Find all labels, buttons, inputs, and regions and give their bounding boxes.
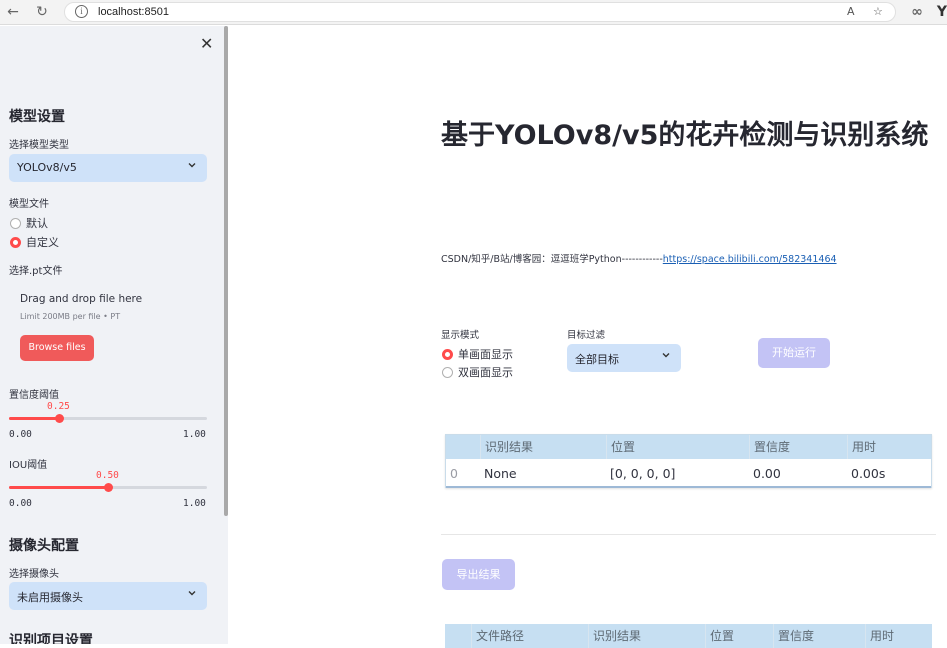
radio-selected-icon bbox=[10, 237, 21, 248]
cell-index: 0 bbox=[450, 466, 458, 481]
address-bar[interactable]: i localhost:8501 A ☆ bbox=[64, 2, 896, 22]
radio-single-display[interactable]: 单画面显示 bbox=[442, 346, 513, 362]
cell-result: None bbox=[484, 466, 517, 481]
radio-single-label: 单画面显示 bbox=[458, 348, 513, 361]
iou-label: IOU阈值 bbox=[9, 460, 48, 471]
upload-dropzone-text: Drag and drop file here bbox=[20, 293, 143, 305]
iou-max: 1.00 bbox=[183, 498, 206, 509]
model-type-select[interactable]: YOLOv8/v5 bbox=[9, 154, 207, 182]
favorite-star-icon[interactable]: ☆ bbox=[873, 5, 883, 18]
profile-icon[interactable]: Y bbox=[932, 3, 947, 21]
header-result[interactable]: 识别结果 bbox=[588, 624, 705, 648]
recognition-heading: 识别项目设置 bbox=[9, 633, 93, 644]
author-line: CSDN/知乎/B站/博客园：逗逗班学Python------------htt… bbox=[441, 251, 837, 265]
read-aloud-icon[interactable]: A bbox=[847, 5, 855, 18]
row-underline bbox=[446, 486, 931, 488]
reload-icon[interactable]: ↻ bbox=[32, 3, 52, 21]
close-icon[interactable]: ✕ bbox=[200, 34, 213, 53]
header-time[interactable]: 用时 bbox=[865, 624, 932, 648]
model-type-label: 选择模型类型 bbox=[9, 140, 69, 151]
iou-value: 0.50 bbox=[96, 470, 119, 481]
extensions-icon[interactable]: ∞ bbox=[907, 3, 927, 21]
browse-files-button[interactable]: Browse files bbox=[20, 335, 94, 361]
target-filter-select[interactable]: 全部目标 bbox=[567, 344, 681, 372]
info-icon[interactable]: i bbox=[75, 5, 88, 18]
table-header: 识别结果 位置 置信度 用时 bbox=[446, 435, 931, 459]
model-file-label: 模型文件 bbox=[9, 199, 49, 210]
confidence-value: 0.25 bbox=[47, 401, 70, 412]
radio-custom[interactable]: 自定义 bbox=[10, 234, 59, 250]
back-arrow-icon[interactable]: ← bbox=[3, 3, 23, 21]
browser-toolbar: ← ↻ i localhost:8501 A ☆ ∞ Y bbox=[0, 0, 947, 25]
target-filter-label: 目标过滤 bbox=[567, 330, 606, 341]
sidebar: ✕ 模型设置 选择模型类型 YOLOv8/v5 模型文件 默认 自定义 选择.p… bbox=[0, 26, 228, 644]
chevron-down-icon bbox=[662, 353, 670, 358]
radio-dual-label: 双画面显示 bbox=[458, 366, 513, 379]
url-text: localhost:8501 bbox=[98, 6, 169, 18]
header-time[interactable]: 用时 bbox=[847, 435, 933, 459]
slider-fill bbox=[9, 486, 108, 489]
radio-selected-icon bbox=[442, 349, 453, 360]
camera-label: 选择摄像头 bbox=[9, 569, 59, 580]
confidence-slider[interactable] bbox=[9, 414, 207, 423]
cell-time: 0.00s bbox=[851, 466, 886, 481]
header-confidence[interactable]: 置信度 bbox=[749, 435, 847, 459]
chevron-down-icon bbox=[188, 591, 196, 596]
radio-default[interactable]: 默认 bbox=[10, 215, 48, 231]
radio-default-label: 默认 bbox=[26, 217, 48, 230]
header-confidence[interactable]: 置信度 bbox=[773, 624, 865, 648]
file-uploader[interactable]: Drag and drop file here Limit 200MB per … bbox=[9, 278, 207, 374]
radio-circle-icon bbox=[10, 218, 21, 229]
slider-handle[interactable] bbox=[104, 483, 113, 492]
slider-handle[interactable] bbox=[55, 414, 64, 423]
confidence-max: 1.00 bbox=[183, 429, 206, 440]
header-position[interactable]: 位置 bbox=[705, 624, 773, 648]
start-run-button[interactable]: 开始运行 bbox=[758, 338, 830, 368]
radio-custom-label: 自定义 bbox=[26, 236, 59, 249]
results-table: 识别结果 位置 置信度 用时 0 None [0, 0, 0, 0] 0.00 … bbox=[445, 434, 932, 488]
header-file-path[interactable]: 文件路径 bbox=[471, 624, 588, 648]
bilibili-link[interactable]: https://space.bilibili.com/582341464 bbox=[663, 254, 837, 265]
upload-limit-text: Limit 200MB per file • PT bbox=[20, 312, 121, 321]
header-position[interactable]: 位置 bbox=[606, 435, 749, 459]
cell-position: [0, 0, 0, 0] bbox=[610, 466, 676, 481]
pt-file-label: 选择.pt文件 bbox=[9, 266, 63, 277]
display-mode-label: 显示模式 bbox=[441, 330, 480, 341]
camera-value: 未启用摄像头 bbox=[17, 591, 83, 604]
radio-circle-icon bbox=[442, 367, 453, 378]
confidence-label: 置信度阈值 bbox=[9, 390, 59, 401]
slider-fill bbox=[9, 417, 59, 420]
header-index bbox=[446, 435, 480, 459]
camera-heading: 摄像头配置 bbox=[9, 538, 79, 554]
iou-slider[interactable] bbox=[9, 483, 207, 492]
header-result[interactable]: 识别结果 bbox=[480, 435, 606, 459]
page-title: 基于YOLOv8/v5的花卉检测与识别系统 bbox=[441, 120, 929, 151]
export-results-button[interactable]: 导出结果 bbox=[442, 559, 515, 590]
divider bbox=[441, 534, 936, 535]
confidence-min: 0.00 bbox=[9, 429, 32, 440]
files-table-header: 文件路径 识别结果 位置 置信度 用时 bbox=[445, 624, 932, 648]
table-row[interactable]: 0 None [0, 0, 0, 0] 0.00 0.00s bbox=[446, 460, 931, 488]
target-filter-value: 全部目标 bbox=[575, 353, 619, 366]
iou-min: 0.00 bbox=[9, 498, 32, 509]
model-type-value: YOLOv8/v5 bbox=[17, 161, 77, 174]
radio-dual-display[interactable]: 双画面显示 bbox=[442, 364, 513, 380]
main-content: 基于YOLOv8/v5的花卉检测与识别系统 CSDN/知乎/B站/博客园：逗逗班… bbox=[228, 26, 947, 648]
cell-confidence: 0.00 bbox=[753, 466, 781, 481]
camera-select[interactable]: 未启用摄像头 bbox=[9, 582, 207, 610]
header-index bbox=[445, 624, 471, 648]
model-settings-heading: 模型设置 bbox=[9, 109, 65, 125]
chevron-down-icon bbox=[188, 163, 196, 168]
author-prefix: CSDN/知乎/B站/博客园：逗逗班学Python------------ bbox=[441, 254, 663, 265]
